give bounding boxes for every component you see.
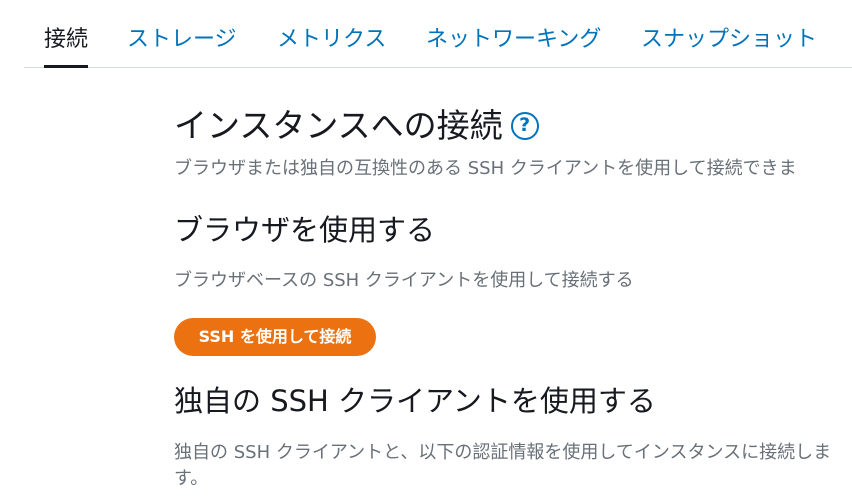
tab-networking[interactable]: ネットワーキング (426, 26, 601, 67)
browser-section-description: ブラウザベースの SSH クライアントを使用して接続する (174, 270, 634, 291)
tab-snapshots[interactable]: スナップショット (641, 26, 817, 67)
own-client-section-description: 独自の SSH クライアントと、以下の認証情報を使用してインスタンスに接続しま … (174, 442, 832, 489)
page-subtitle: ブラウザまたは独自の互換性のある SSH クライアントを使用して接続できま (174, 158, 797, 179)
tab-storage[interactable]: ストレージ (127, 26, 237, 67)
help-icon[interactable]: ? (510, 112, 539, 140)
tab-metrics[interactable]: メトリクス (277, 26, 386, 67)
own-client-section-heading: 独自の SSH クライアントを使用する (174, 384, 656, 418)
tab-bar: 接続 ストレージ メトリクス ネットワーキング スナップショット (24, 0, 852, 68)
page-title-row: インスタンスへの接続 ? (174, 104, 539, 148)
page-title: インスタンスへの接続 (174, 106, 503, 145)
tab-connect[interactable]: 接続 (44, 26, 89, 68)
browser-section-heading: ブラウザを使用する (174, 213, 436, 247)
connect-ssh-button[interactable]: SSH を使用して接続 (174, 318, 376, 356)
